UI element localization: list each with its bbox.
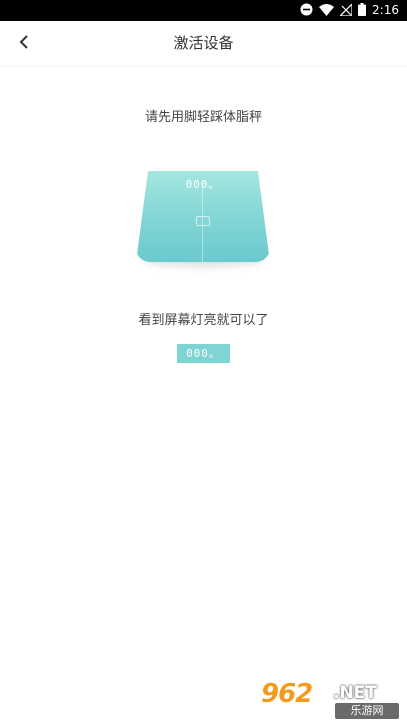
- wifi-icon: [319, 1, 335, 20]
- display-badge: 000。: [177, 344, 230, 363]
- status-time: 2:16: [372, 3, 399, 17]
- minus-circle-icon: [300, 1, 313, 20]
- scale-illustration: 000。: [136, 171, 270, 271]
- battery-icon: [358, 1, 367, 20]
- no-signal-icon: [338, 1, 353, 20]
- status-bar: 2:16: [0, 0, 407, 21]
- scale-sensor: [196, 216, 210, 226]
- header-bar: 激活设备: [0, 21, 407, 65]
- watermark-logo: 962: [261, 679, 313, 709]
- instruction-bottom: 看到屏幕灯亮就可以了: [138, 313, 269, 328]
- scale-display: 000。: [185, 178, 221, 191]
- instruction-top: 请先用脚轻踩体脂秤: [144, 110, 262, 125]
- watermark: 962 .NET 乐游网: [261, 679, 401, 721]
- watermark-suffix: .NET: [333, 683, 377, 703]
- watermark-text: 乐游网: [335, 703, 399, 719]
- page-title: 激活设备: [173, 34, 234, 52]
- status-icons: 2:16: [300, 1, 399, 20]
